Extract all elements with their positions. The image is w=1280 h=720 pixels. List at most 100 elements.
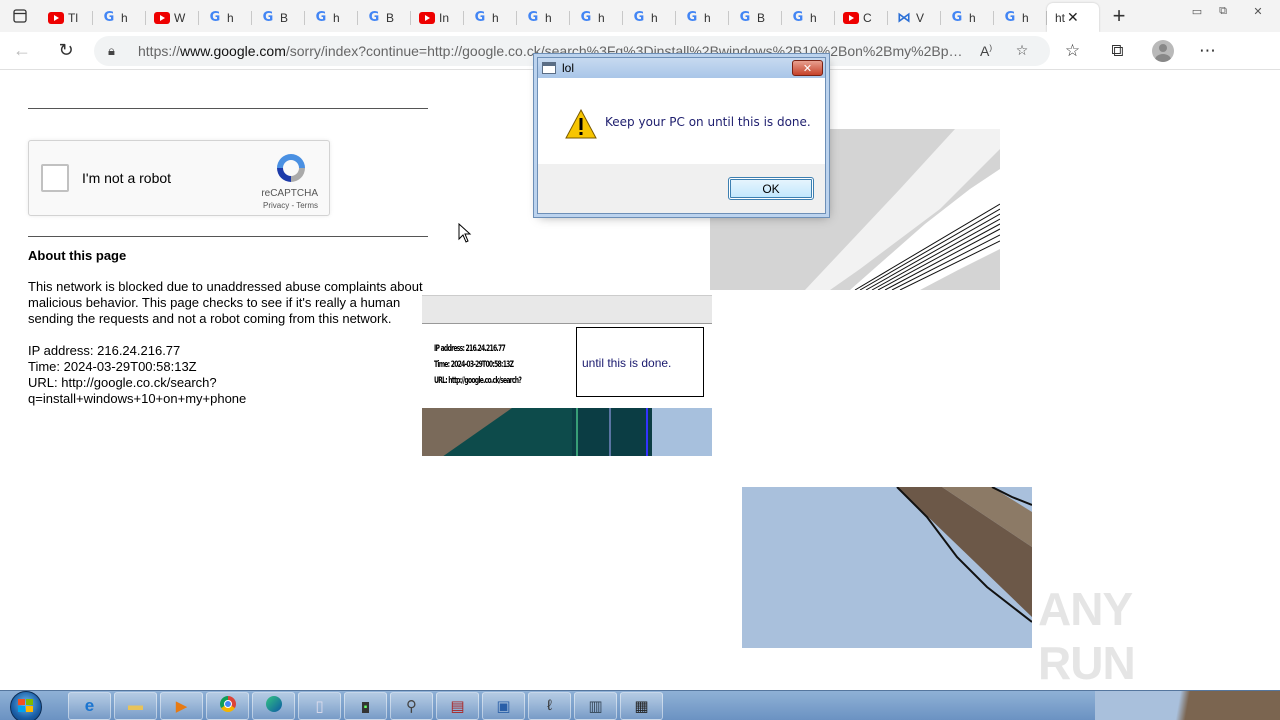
- artifact-dialog-text: until this is done.: [582, 356, 672, 370]
- taskbar-button[interactable]: ▬: [114, 691, 157, 720]
- tab[interactable]: Gh: [464, 5, 517, 31]
- google-icon: G: [1004, 10, 1016, 25]
- plus-icon: +: [1112, 3, 1126, 28]
- tab[interactable]: Gh: [994, 5, 1047, 31]
- media-player-icon: ▶: [175, 697, 188, 715]
- recaptcha-widget: I'm not a robot reCAPTCHA Privacy - Term…: [28, 140, 330, 216]
- taskbar-button[interactable]: ▪: [344, 691, 387, 720]
- add-favorite-icon[interactable]: ☆: [1004, 42, 1040, 59]
- taskbar-button[interactable]: ▥: [574, 691, 617, 720]
- collections-button[interactable]: ⧉: [1095, 32, 1140, 70]
- dialog-close-button[interactable]: ✕: [792, 60, 823, 76]
- taskbar-button[interactable]: ▯: [298, 691, 341, 720]
- artifact-ip: IP address: 216.24.216.77: [434, 344, 506, 354]
- refresh-icon: ↻: [58, 40, 74, 60]
- settings-menu-button[interactable]: ⋯: [1185, 32, 1230, 70]
- tab-label: B: [386, 10, 395, 25]
- tab[interactable]: Gh: [517, 5, 570, 31]
- artifact-dialog: until this is done.: [576, 327, 704, 397]
- tab[interactable]: Gh: [570, 5, 623, 31]
- recaptcha-links[interactable]: Privacy - Terms: [263, 201, 318, 210]
- taskbar-button[interactable]: ⚲: [390, 691, 433, 720]
- tab-label: V: [916, 10, 925, 25]
- tab-active[interactable]: ht ✕: [1047, 3, 1099, 32]
- favorites-button[interactable]: ☆: [1050, 32, 1095, 70]
- google-icon: G: [209, 10, 221, 25]
- alert-dialog: lol ✕ Keep your PC on until this is done…: [537, 57, 826, 214]
- windows-logo-icon: [18, 698, 33, 712]
- url-host: www.google.com: [180, 42, 286, 59]
- close-tab-icon[interactable]: ✕: [1067, 9, 1079, 26]
- tab[interactable]: Gh: [199, 5, 252, 31]
- window-controls: ▭ ⧉ ✕: [1184, 0, 1280, 32]
- artifact-graphic: [742, 487, 1032, 648]
- back-button[interactable]: ←: [0, 32, 44, 70]
- taskbar: e ▬ ▶ ▯ ▪ ⚲ ▤ ▣ ℓ ▥ ▦: [0, 690, 1280, 720]
- artifact-graphic: [422, 408, 712, 456]
- tab[interactable]: Gh: [305, 5, 358, 31]
- minimize-button[interactable]: ▭: [1184, 2, 1210, 20]
- screen-artifact: [742, 487, 1032, 648]
- google-icon: G: [474, 10, 486, 25]
- tab[interactable]: Tl: [40, 5, 93, 31]
- dialog-title: lol: [562, 61, 575, 75]
- taskbar-button[interactable]: [206, 691, 249, 720]
- tab[interactable]: W: [146, 5, 199, 31]
- tab[interactable]: C: [835, 5, 888, 31]
- start-button[interactable]: [0, 690, 52, 720]
- taskbar-button[interactable]: ▶: [160, 691, 203, 720]
- taskbar-button[interactable]: ▤: [436, 691, 479, 720]
- google-icon: G: [262, 10, 274, 25]
- tab[interactable]: In: [411, 5, 464, 31]
- tab-label: h: [704, 10, 711, 25]
- screen: Tl Gh W Gh G B Gh G B In Gh Gh Gh Gh Gh G B Gh C ⋈ V Gh Gh ht …: [0, 0, 1280, 720]
- tab-label: C: [863, 10, 872, 25]
- tab-actions-button[interactable]: [0, 0, 40, 32]
- remote-desktop-icon: ▣: [496, 697, 511, 715]
- taskbar-button[interactable]: ▣: [482, 691, 525, 720]
- internet-explorer-icon: e: [84, 695, 95, 715]
- recaptcha-brand: reCAPTCHA: [261, 188, 318, 199]
- read-aloud-icon[interactable]: A): [968, 43, 1004, 59]
- tab-label: h: [545, 10, 552, 25]
- youtube-icon: [48, 10, 64, 26]
- taskbar-button[interactable]: [252, 691, 295, 720]
- tab[interactable]: GB: [729, 5, 782, 31]
- request-url: URL: http://google.co.ck/search?q=instal…: [28, 375, 247, 406]
- profile-button[interactable]: [1140, 32, 1185, 70]
- tab[interactable]: Gh: [623, 5, 676, 31]
- restore-button[interactable]: ⧉: [1210, 2, 1236, 20]
- google-icon: G: [103, 10, 115, 25]
- taskbar-button[interactable]: ℓ: [528, 691, 571, 720]
- document-icon: ▥: [588, 697, 603, 715]
- dialog-titlebar[interactable]: lol ✕: [538, 58, 825, 78]
- taskbar-button[interactable]: e: [68, 691, 111, 720]
- recaptcha-logo-icon: [277, 154, 305, 182]
- tab-label: h: [598, 10, 605, 25]
- tab-label: Tl: [68, 10, 78, 25]
- youtube-icon: [154, 10, 170, 26]
- refresh-button[interactable]: ↻: [44, 32, 88, 70]
- ok-button[interactable]: OK: [728, 177, 814, 200]
- lock-icon[interactable]: 🔒︎: [108, 43, 124, 59]
- tab[interactable]: Gh: [676, 5, 729, 31]
- artifact-bottom: [422, 408, 712, 456]
- tool-icon: ⚲: [406, 697, 417, 715]
- tab-strip: Tl Gh W Gh G B Gh G B In Gh Gh Gh Gh Gh G B Gh C ⋈ V Gh Gh ht …: [0, 0, 1280, 32]
- tab[interactable]: GB: [358, 5, 411, 31]
- close-window-button[interactable]: ✕: [1236, 2, 1280, 20]
- mouse-cursor-icon: [458, 223, 472, 243]
- tab[interactable]: Gh: [782, 5, 835, 31]
- archive-icon: ▤: [450, 697, 465, 715]
- taskbar-button[interactable]: ▦: [620, 691, 663, 720]
- google-icon: G: [951, 10, 963, 25]
- tab[interactable]: ⋈ V: [888, 5, 941, 31]
- tab[interactable]: GB: [252, 5, 305, 31]
- tab-actions-icon: [13, 9, 27, 23]
- recaptcha-checkbox[interactable]: [41, 164, 69, 192]
- window-app-icon: [542, 62, 556, 74]
- tab-label: B: [280, 10, 289, 25]
- new-tab-button[interactable]: +: [1099, 0, 1139, 32]
- tab[interactable]: Gh: [93, 5, 146, 31]
- tab[interactable]: Gh: [941, 5, 994, 31]
